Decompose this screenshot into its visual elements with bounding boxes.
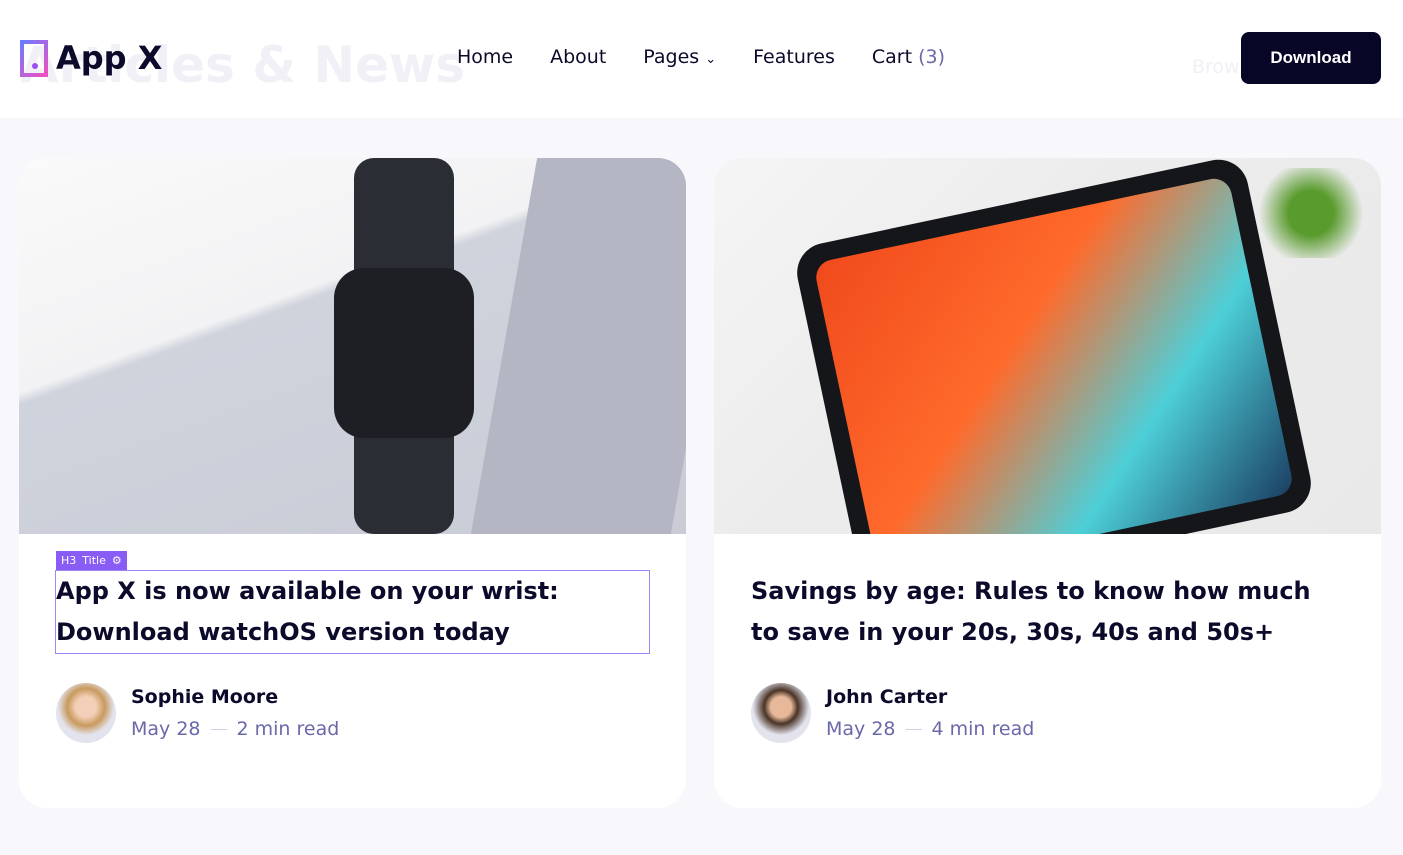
nav-cart[interactable]: Cart (3) <box>872 46 945 68</box>
nav-cart-label: Cart <box>871 46 913 68</box>
article-title[interactable]: Savings by age: Rules to know how much t… <box>751 571 1344 653</box>
author-name: John Carter <box>826 686 948 708</box>
cart-count: (3) <box>918 46 945 68</box>
divider <box>905 728 922 730</box>
tablet-screen <box>812 175 1296 534</box>
article-image[interactable] <box>714 158 1381 534</box>
background-text: Brow <box>1192 56 1240 78</box>
logo-text: App X <box>56 39 163 77</box>
date: May 28 <box>826 718 896 740</box>
avatar <box>56 683 116 743</box>
gear-icon[interactable]: ⚙ <box>112 554 122 567</box>
avatar <box>751 683 811 743</box>
tablet <box>791 158 1317 534</box>
article-card[interactable]: Savings by age: Rules to know how much t… <box>714 158 1381 808</box>
watch <box>334 268 474 438</box>
article-title[interactable]: App X is now available on your wrist: Do… <box>55 570 650 654</box>
author-name: Sophie Moore <box>131 686 279 708</box>
nav-about[interactable]: About <box>550 46 606 68</box>
download-button[interactable]: Download <box>1241 32 1381 84</box>
editor-tag[interactable]: H3 Title ⚙ <box>56 551 127 570</box>
author: John Carter May 28 4 min read <box>751 683 1344 743</box>
tag-level: H3 <box>61 554 77 567</box>
header: Articles & News Brow App X Home About Pa… <box>0 0 1403 118</box>
chevron-down-icon: ⌄ <box>705 52 717 67</box>
logo[interactable]: App X <box>20 39 162 77</box>
article-card[interactable]: H3 Title ⚙ App X is now available on you… <box>19 158 686 808</box>
article-image[interactable] <box>19 158 686 534</box>
nav-pages[interactable]: Pages ⌄ <box>643 46 716 68</box>
author: Sophie Moore May 28 2 min read <box>56 683 649 743</box>
read-time: 2 min read <box>236 718 340 740</box>
nav-home[interactable]: Home <box>457 46 513 68</box>
tag-label: Title <box>82 554 106 567</box>
read-time: 4 min read <box>931 718 1035 740</box>
phone-logo-icon <box>20 39 48 77</box>
plant <box>1251 168 1371 258</box>
main-nav: Home About Pages ⌄ Features Cart (3) <box>457 46 945 68</box>
nav-features[interactable]: Features <box>753 46 835 68</box>
date: May 28 <box>131 718 201 740</box>
nav-pages-label: Pages <box>643 46 700 68</box>
laptop <box>470 158 686 534</box>
divider <box>210 728 227 730</box>
